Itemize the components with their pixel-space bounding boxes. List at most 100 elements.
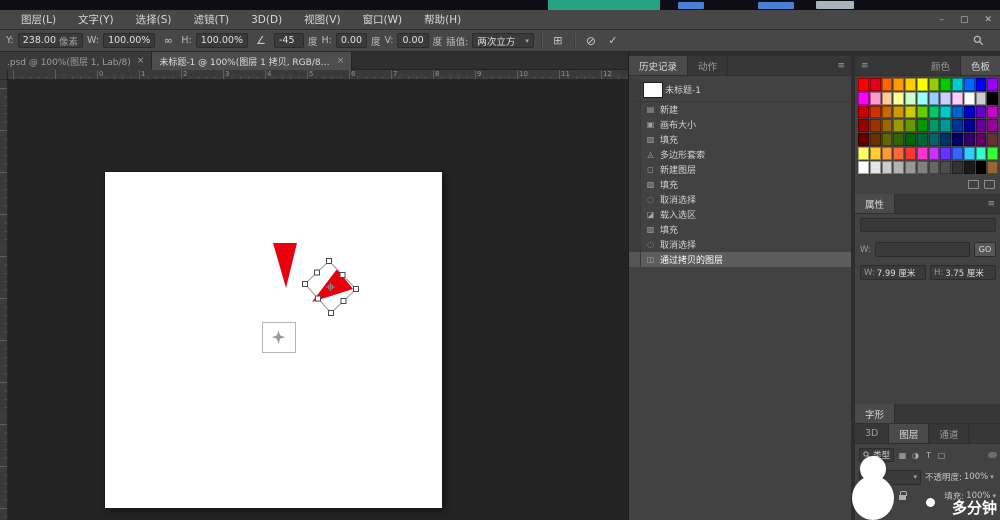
history-item[interactable]: ◪载入选区: [629, 207, 851, 222]
history-item[interactable]: ◻新建图层: [629, 162, 851, 177]
color-swatch[interactable]: [917, 161, 928, 174]
color-swatch[interactable]: [952, 147, 963, 160]
history-brush-source-toggle[interactable]: [629, 207, 641, 222]
color-swatch[interactable]: [940, 133, 951, 146]
color-swatch[interactable]: [870, 119, 881, 132]
history-item[interactable]: ◫通过拷贝的图层: [629, 252, 851, 267]
close-icon[interactable]: ×: [337, 56, 345, 66]
menu-item[interactable]: 窗口(W): [352, 10, 414, 30]
color-swatch[interactable]: [905, 119, 916, 132]
menu-item[interactable]: 图层(L): [10, 10, 67, 30]
history-brush-source-toggle[interactable]: [629, 237, 641, 252]
color-swatch[interactable]: [905, 106, 916, 119]
color-swatch[interactable]: [870, 161, 881, 174]
color-swatch[interactable]: [929, 92, 940, 105]
color-swatch[interactable]: [976, 161, 987, 174]
color-swatch[interactable]: [987, 161, 998, 174]
color-swatch[interactable]: [987, 133, 998, 146]
history-brush-source-toggle[interactable]: [629, 132, 641, 147]
color-swatch[interactable]: [976, 106, 987, 119]
color-swatch[interactable]: [929, 119, 940, 132]
search-button[interactable]: [973, 35, 984, 46]
color-swatch[interactable]: [940, 92, 951, 105]
history-item[interactable]: ▣画布大小: [629, 117, 851, 132]
properties-search-field[interactable]: [860, 218, 996, 232]
color-swatch[interactable]: [940, 161, 951, 174]
menu-item[interactable]: 文字(Y): [67, 10, 125, 30]
color-swatch[interactable]: [858, 147, 869, 160]
menu-item[interactable]: 视图(V): [293, 10, 351, 30]
color-swatch[interactable]: [987, 106, 998, 119]
interpolation-select[interactable]: 两次立方 ▾: [472, 33, 534, 48]
history-item[interactable]: 未标题-1: [629, 78, 851, 102]
tab-actions[interactable]: 动作: [688, 56, 728, 75]
color-swatch[interactable]: [952, 133, 963, 146]
tab-color[interactable]: 颜色: [921, 56, 961, 75]
history-brush-source-toggle[interactable]: [629, 147, 641, 162]
tab-glyphs[interactable]: 字形: [855, 404, 895, 423]
opacity-control[interactable]: 不透明度: 100% ▾: [925, 471, 994, 483]
maximize-button[interactable]: ▢: [960, 15, 969, 25]
color-swatch[interactable]: [964, 161, 975, 174]
adjustment-layer-filter-icon[interactable]: ◑: [910, 451, 921, 460]
width-input[interactable]: [875, 242, 970, 257]
height-value-box[interactable]: H: 3.75 厘米: [930, 265, 996, 280]
history-item[interactable]: ▨填充: [629, 222, 851, 237]
close-button[interactable]: ✕: [984, 15, 992, 25]
color-swatch[interactable]: [870, 147, 881, 160]
color-swatch[interactable]: [929, 161, 940, 174]
menu-item[interactable]: 3D(D): [240, 10, 293, 30]
lock-transparent-pixels-icon[interactable]: ▦: [860, 491, 869, 501]
color-swatch[interactable]: [893, 78, 904, 91]
color-swatch[interactable]: [952, 106, 963, 119]
color-swatch[interactable]: [893, 106, 904, 119]
history-brush-source-toggle[interactable]: [629, 78, 641, 101]
width-scale-field[interactable]: 100.00%: [103, 33, 155, 48]
history-brush-source-toggle[interactable]: [629, 192, 641, 207]
color-swatch[interactable]: [964, 119, 975, 132]
color-swatch[interactable]: [964, 147, 975, 160]
history-item[interactable]: ◬多边形套索: [629, 147, 851, 162]
color-swatch[interactable]: [976, 119, 987, 132]
history-brush-source-toggle[interactable]: [629, 177, 641, 192]
history-item[interactable]: ▨填充: [629, 132, 851, 147]
color-swatch[interactable]: [940, 78, 951, 91]
color-swatch[interactable]: [964, 92, 975, 105]
layer-filter-select[interactable]: 类型: [859, 448, 894, 462]
canvas-area[interactable]: [0, 80, 628, 520]
type-layer-filter-icon[interactable]: T: [923, 451, 934, 460]
panel-menu-icon[interactable]: ≡: [981, 194, 1000, 213]
color-swatch[interactable]: [893, 92, 904, 105]
color-swatch[interactable]: [870, 106, 881, 119]
history-item[interactable]: ◌取消选择: [629, 192, 851, 207]
color-swatch[interactable]: [964, 78, 975, 91]
pixel-layer-filter-icon[interactable]: ▦: [897, 451, 908, 460]
filter-toggle[interactable]: [988, 452, 997, 458]
menu-item[interactable]: 选择(S): [125, 10, 183, 30]
delete-swatch-icon[interactable]: [984, 180, 995, 189]
history-brush-source-toggle[interactable]: [629, 117, 641, 132]
color-swatch[interactable]: [905, 133, 916, 146]
history-item[interactable]: ▨填充: [629, 177, 851, 192]
color-swatch[interactable]: [987, 119, 998, 132]
color-swatch[interactable]: [917, 133, 928, 146]
color-swatch[interactable]: [964, 106, 975, 119]
history-brush-source-toggle[interactable]: [629, 162, 641, 177]
color-swatch[interactable]: [940, 119, 951, 132]
artboard[interactable]: [105, 172, 442, 508]
color-swatch[interactable]: [882, 92, 893, 105]
color-swatch[interactable]: [858, 106, 869, 119]
color-swatch[interactable]: [917, 147, 928, 160]
history-brush-source-toggle[interactable]: [629, 102, 641, 117]
panel-menu-icon[interactable]: ≡: [831, 56, 851, 75]
color-swatch[interactable]: [858, 78, 869, 91]
history-item[interactable]: ▤新建: [629, 102, 851, 117]
width-value-box[interactable]: W: 7.99 厘米: [860, 265, 926, 280]
color-swatch[interactable]: [858, 92, 869, 105]
lock-all-icon[interactable]: [899, 495, 906, 500]
tab-3D[interactable]: 3D: [855, 424, 889, 443]
link-dimensions-icon[interactable]: ∞: [159, 33, 177, 49]
history-brush-source-toggle[interactable]: [629, 222, 641, 237]
color-swatch[interactable]: [882, 161, 893, 174]
color-swatch[interactable]: [858, 161, 869, 174]
